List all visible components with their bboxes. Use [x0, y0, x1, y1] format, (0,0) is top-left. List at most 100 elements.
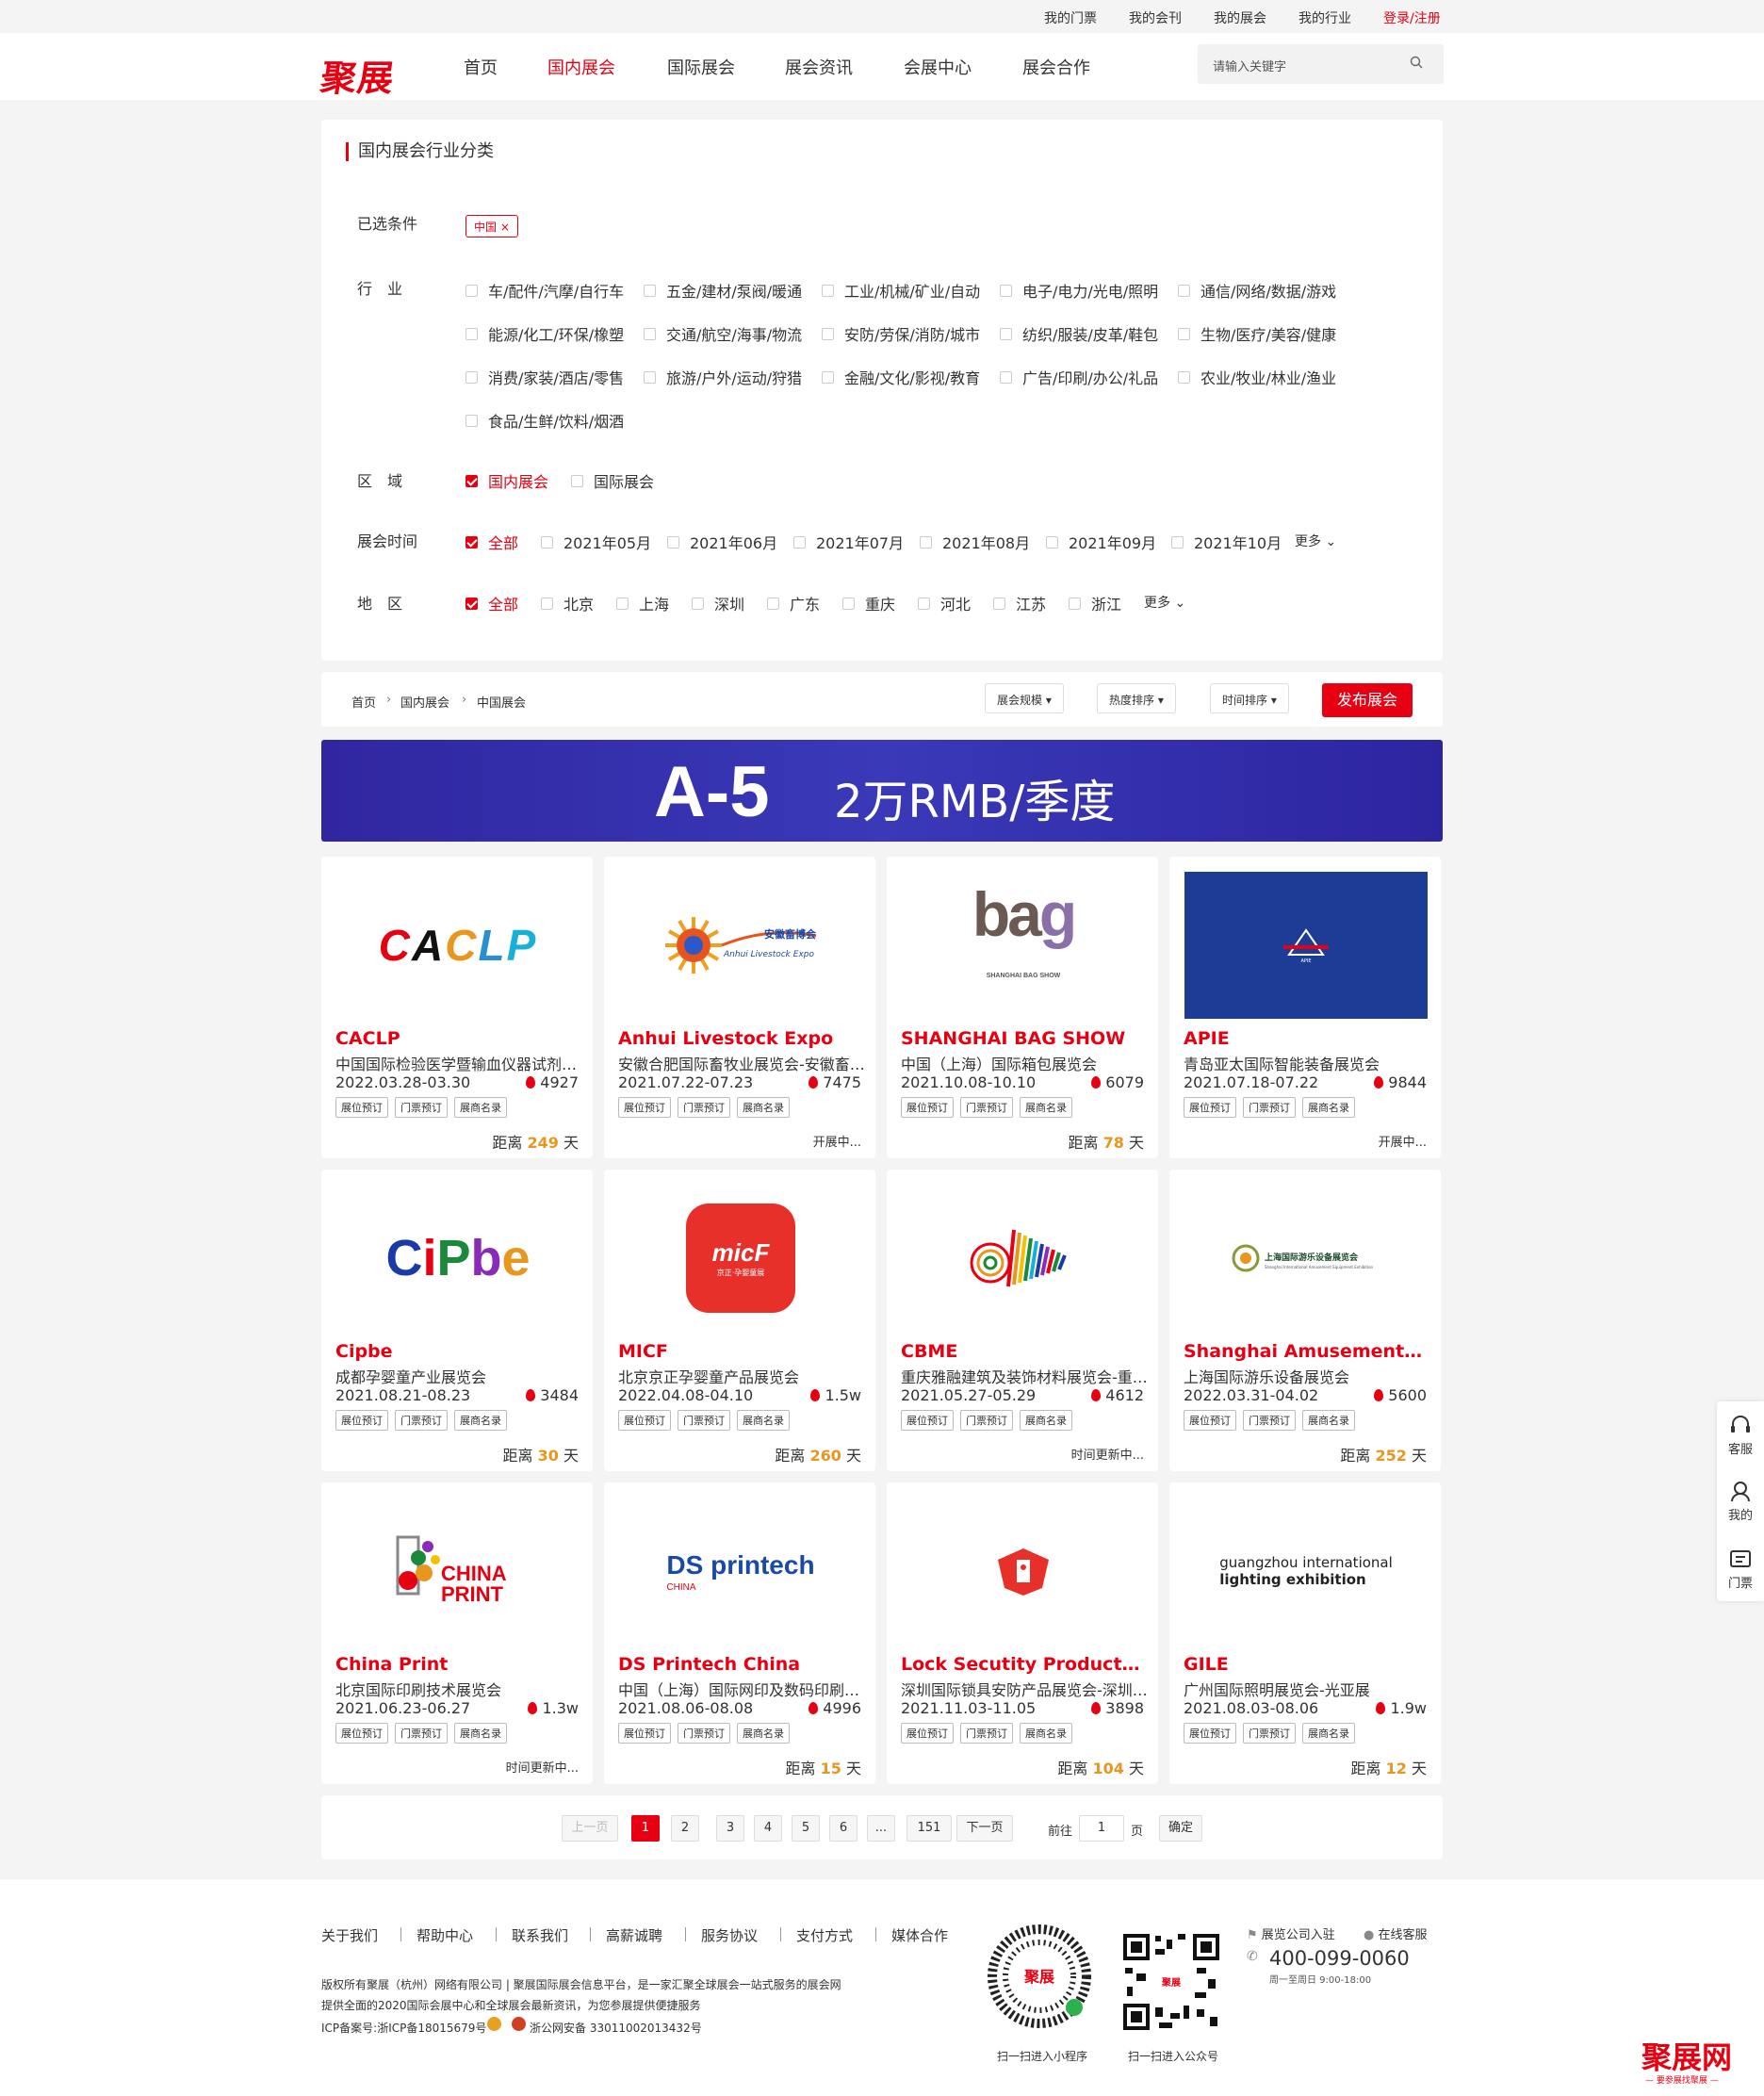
exhibition-logo[interactable]: CHINA PRINT	[336, 1498, 580, 1645]
booth-booking-tag[interactable]: 展位预订	[335, 1097, 388, 1118]
exhibition-card[interactable]: CHINA PRINT China Print 北京国际印刷技术展览会 2021.06.…	[321, 1482, 593, 1784]
industry-option[interactable]: 电子/电力/光电/照明	[1000, 279, 1158, 302]
industry-option[interactable]: 金融/文化/影视/教育	[822, 366, 980, 388]
checkbox-checked-icon[interactable]	[466, 597, 478, 610]
page-button[interactable]: 5	[792, 1815, 820, 1842]
exhibition-logo[interactable]: bag SHANGHAI BAG SHOW	[902, 872, 1145, 1019]
exhibition-card[interactable]: 上海国际游乐设备展览会 Shanghai International Amusem…	[1169, 1170, 1441, 1471]
footer-link[interactable]: 媒体合作	[891, 1925, 948, 1945]
exhibition-card[interactable]: 安徽畜博会 Anhui Livestock Expo Anhui Livestock…	[604, 857, 875, 1158]
time-option[interactable]: 2021年09月	[1046, 531, 1156, 553]
footer-link[interactable]: 帮助中心	[416, 1925, 473, 1945]
area-option[interactable]: 深圳	[692, 592, 744, 614]
footer-link[interactable]: 联系我们	[512, 1925, 568, 1945]
sort-heat-button[interactable]: 热度排序 ▾	[1097, 683, 1176, 713]
exhibitor-list-tag[interactable]: 展商名录	[737, 1410, 790, 1431]
checkbox-icon[interactable]	[571, 474, 583, 487]
region-option-international[interactable]: 国际展会	[571, 469, 654, 492]
industry-option[interactable]: 安防/劳保/消防/城市	[822, 322, 980, 345]
checkbox-icon[interactable]	[466, 284, 478, 297]
exhibition-card[interactable]: guangzhou international lighting exhibiti…	[1169, 1482, 1441, 1784]
exhibition-card[interactable]: bag SHANGHAI BAG SHOW SHANGHAI BAG SHOW 中国（…	[887, 857, 1158, 1158]
industry-option[interactable]: 工业/机械/矿业/自动	[822, 279, 980, 302]
icp-number[interactable]: ICP备案号:浙ICP备18015679号	[321, 2020, 486, 2036]
nav-domestic[interactable]: 国内展会	[547, 55, 615, 79]
exhibition-name-en[interactable]: DS Printech China	[618, 1654, 861, 1675]
checkbox-icon[interactable]	[1178, 370, 1190, 384]
checkbox-icon[interactable]	[1069, 597, 1081, 610]
exhibition-card[interactable]: micF 京正·孕婴童展 MICF 北京京正孕婴童产品展览会 2022.04.08-04…	[604, 1170, 875, 1471]
login-register-link[interactable]: 登录/注册	[1383, 8, 1441, 27]
nav-venues[interactable]: 会展中心	[904, 55, 972, 79]
exhibitor-list-tag[interactable]: 展商名录	[454, 1097, 507, 1118]
exhibitor-list-tag[interactable]: 展商名录	[1020, 1410, 1072, 1431]
area-option[interactable]: 上海	[616, 592, 669, 614]
exhibitor-list-tag[interactable]: 展商名录	[1020, 1097, 1072, 1118]
my-catalog-link[interactable]: 我的会刊	[1129, 8, 1182, 27]
checkbox-icon[interactable]	[1178, 284, 1190, 297]
ticket-booking-tag[interactable]: 门票预订	[1243, 1097, 1296, 1118]
ticket-booking-tag[interactable]: 门票预订	[960, 1723, 1013, 1744]
checkbox-icon[interactable]	[1000, 370, 1012, 384]
company-join-link[interactable]: ⚑ 展览公司入驻	[1247, 1924, 1335, 1942]
breadcrumb-home[interactable]: 首页	[351, 693, 376, 711]
checkbox-icon[interactable]	[918, 597, 930, 610]
checkbox-icon[interactable]	[1178, 327, 1190, 340]
area-more-button[interactable]: 更多 ⌄	[1144, 593, 1185, 612]
exhibition-name-en[interactable]: APIE	[1184, 1028, 1427, 1049]
side-service-button[interactable]: 客服	[1717, 1415, 1764, 1457]
footer-link[interactable]: 支付方式	[796, 1925, 853, 1945]
exhibitor-list-tag[interactable]: 展商名录	[454, 1723, 507, 1744]
exhibitor-list-tag[interactable]: 展商名录	[737, 1097, 790, 1118]
checkbox-icon[interactable]	[1000, 284, 1012, 297]
checkbox-checked-icon[interactable]	[466, 474, 478, 487]
ticket-booking-tag[interactable]: 门票预订	[395, 1410, 448, 1431]
prev-page-button[interactable]: 上一页	[562, 1815, 618, 1842]
publish-exhibition-button[interactable]: 发布展会	[1322, 683, 1413, 717]
police-record[interactable]: 浙公网安备 33011002013432号	[530, 2020, 702, 2036]
booth-booking-tag[interactable]: 展位预订	[1184, 1410, 1236, 1431]
checkbox-icon[interactable]	[466, 414, 478, 427]
industry-option[interactable]: 交通/航空/海事/物流	[644, 322, 802, 345]
industry-option[interactable]: 通信/网络/数据/游戏	[1178, 279, 1336, 302]
industry-option[interactable]: 五金/建材/泵阀/暖通	[644, 279, 802, 302]
region-option-domestic[interactable]: 国内展会	[466, 469, 548, 492]
exhibition-logo[interactable]: CiPbe	[336, 1185, 580, 1332]
exhibition-logo[interactable]: 安徽畜博会 Anhui Livestock Expo	[619, 872, 862, 1019]
time-option[interactable]: 2021年05月	[541, 531, 651, 553]
ticket-booking-tag[interactable]: 门票预订	[395, 1097, 448, 1118]
checkbox-icon[interactable]	[822, 284, 834, 297]
breadcrumb-domestic[interactable]: 国内展会	[400, 693, 449, 711]
search-input[interactable]: 请输入关键字	[1198, 44, 1444, 84]
industry-option[interactable]: 农业/牧业/林业/渔业	[1178, 366, 1336, 388]
nav-cooperation[interactable]: 展会合作	[1022, 55, 1090, 79]
ticket-booking-tag[interactable]: 门票预订	[960, 1097, 1013, 1118]
checkbox-icon[interactable]	[644, 370, 656, 384]
booth-booking-tag[interactable]: 展位预订	[335, 1723, 388, 1744]
exhibitor-list-tag[interactable]: 展商名录	[1302, 1410, 1355, 1431]
time-option[interactable]: 全部	[466, 531, 518, 553]
booth-booking-tag[interactable]: 展位预订	[1184, 1097, 1236, 1118]
ticket-booking-tag[interactable]: 门票预订	[678, 1410, 730, 1431]
confirm-page-button[interactable]: 确定	[1159, 1815, 1202, 1842]
booth-booking-tag[interactable]: 展位预订	[618, 1410, 671, 1431]
checkbox-icon[interactable]	[644, 284, 656, 297]
selected-chip-china[interactable]: 中国 ×	[466, 215, 518, 237]
exhibition-name-en[interactable]: Anhui Livestock Expo	[618, 1028, 861, 1049]
site-logo[interactable]: 聚展	[318, 49, 399, 101]
checkbox-icon[interactable]	[1000, 327, 1012, 340]
checkbox-icon[interactable]	[822, 327, 834, 340]
checkbox-icon[interactable]	[767, 597, 779, 610]
area-option[interactable]: 广东	[767, 592, 820, 614]
industry-option[interactable]: 车/配件/汽摩/自行车	[466, 279, 624, 302]
exhibition-logo[interactable]: DS printech CHINA	[619, 1498, 862, 1645]
checkbox-icon[interactable]	[1171, 535, 1184, 549]
next-page-button[interactable]: 下一页	[956, 1815, 1013, 1842]
side-ticket-button[interactable]: 门票	[1717, 1548, 1764, 1591]
exhibition-name-en[interactable]: Shanghai Amusement Equipment	[1184, 1341, 1427, 1362]
time-option[interactable]: 2021年07月	[793, 531, 904, 553]
ticket-booking-tag[interactable]: 门票预订	[678, 1097, 730, 1118]
exhibition-card[interactable]: CiPbe Cipbe 成都孕婴童产业展览会 2021.08.21-08.23 3484…	[321, 1170, 593, 1471]
industry-option[interactable]: 消费/家装/酒店/零售	[466, 366, 624, 388]
page-button[interactable]: 4	[754, 1815, 782, 1842]
